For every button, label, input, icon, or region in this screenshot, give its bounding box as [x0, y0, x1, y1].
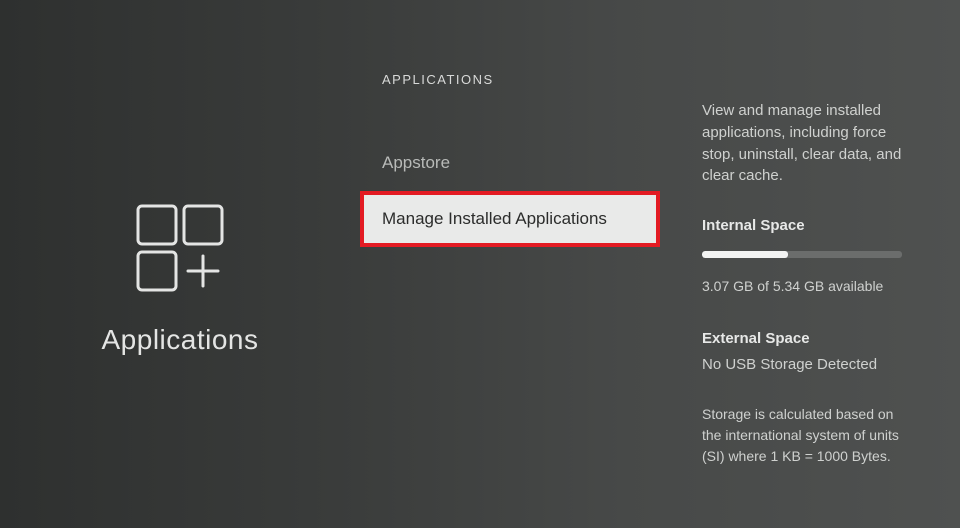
sidebar-title: Applications [102, 324, 259, 356]
external-space-heading: External Space [702, 328, 902, 350]
storage-bar-fill [702, 251, 788, 258]
internal-space-available: 3.07 GB of 5.34 GB available [702, 276, 902, 296]
storage-note: Storage is calculated based on the inter… [702, 404, 902, 467]
external-space-status: No USB Storage Detected [702, 354, 902, 376]
breadcrumb: APPLICATIONS [360, 72, 660, 87]
menu-item-appstore[interactable]: Appstore [360, 135, 660, 191]
applications-icon [134, 202, 226, 294]
info-panel: View and manage installed applications, … [660, 0, 960, 528]
menu-item-label: Manage Installed Applications [382, 209, 607, 229]
menu-column: APPLICATIONS Appstore Manage Installed A… [360, 0, 660, 528]
menu-item-manage-installed-applications[interactable]: Manage Installed Applications [360, 191, 660, 247]
menu-item-label: Appstore [382, 153, 450, 173]
description-text: View and manage installed applications, … [702, 100, 902, 187]
storage-bar [702, 251, 902, 258]
internal-space-heading: Internal Space [702, 215, 902, 237]
sidebar: Applications [0, 0, 360, 528]
